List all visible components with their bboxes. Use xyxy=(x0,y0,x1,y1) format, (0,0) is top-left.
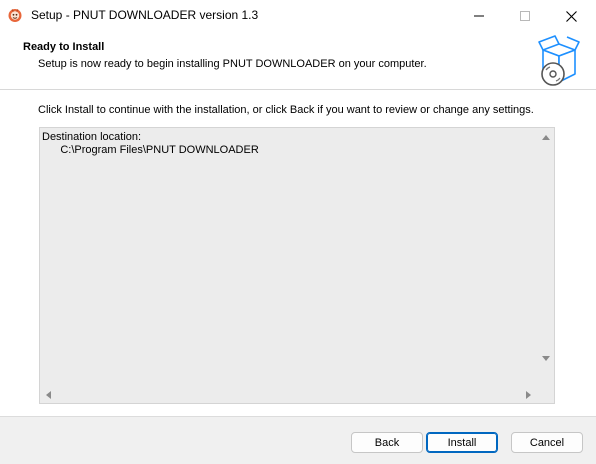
wizard-header: Ready to Install Setup is now ready to b… xyxy=(0,32,596,90)
cancel-button[interactable]: Cancel xyxy=(511,432,583,453)
memo-destination-path: C:\Program Files\PNUT DOWNLOADER xyxy=(42,144,259,156)
scroll-down-arrow-icon[interactable] xyxy=(542,356,550,361)
instruction-text: Click Install to continue with the insta… xyxy=(38,104,534,116)
window-title: Setup - PNUT DOWNLOADER version 1.3 xyxy=(31,8,259,22)
minimize-button[interactable] xyxy=(456,0,502,32)
close-button[interactable] xyxy=(548,0,594,32)
maximize-icon xyxy=(520,11,530,21)
horizontal-scrollbar[interactable] xyxy=(40,386,538,403)
back-button[interactable]: Back xyxy=(351,432,423,453)
installer-app-icon xyxy=(8,9,22,22)
maximize-button[interactable] xyxy=(502,0,548,32)
title-bar: Setup - PNUT DOWNLOADER version 1.3 xyxy=(0,0,596,32)
scroll-right-arrow-icon[interactable] xyxy=(526,391,531,399)
wizard-footer: Back Install Cancel xyxy=(0,416,596,464)
close-icon xyxy=(565,10,577,22)
install-button[interactable]: Install xyxy=(426,432,498,453)
memo-heading: Destination location: xyxy=(42,131,142,143)
minimize-icon xyxy=(474,15,484,17)
page-title: Ready to Install xyxy=(23,41,105,53)
scroll-left-arrow-icon[interactable] xyxy=(46,391,51,399)
memo-content: Destination location: C:\Program Files\P… xyxy=(42,131,259,157)
vertical-scrollbar[interactable] xyxy=(537,128,554,386)
page-subtitle: Setup is now ready to begin installing P… xyxy=(38,58,427,70)
scroll-up-arrow-icon[interactable] xyxy=(542,135,550,140)
scrollbar-corner xyxy=(537,386,554,403)
ready-memo[interactable]: Destination location: C:\Program Files\P… xyxy=(39,127,555,404)
box-disc-icon xyxy=(538,35,580,86)
